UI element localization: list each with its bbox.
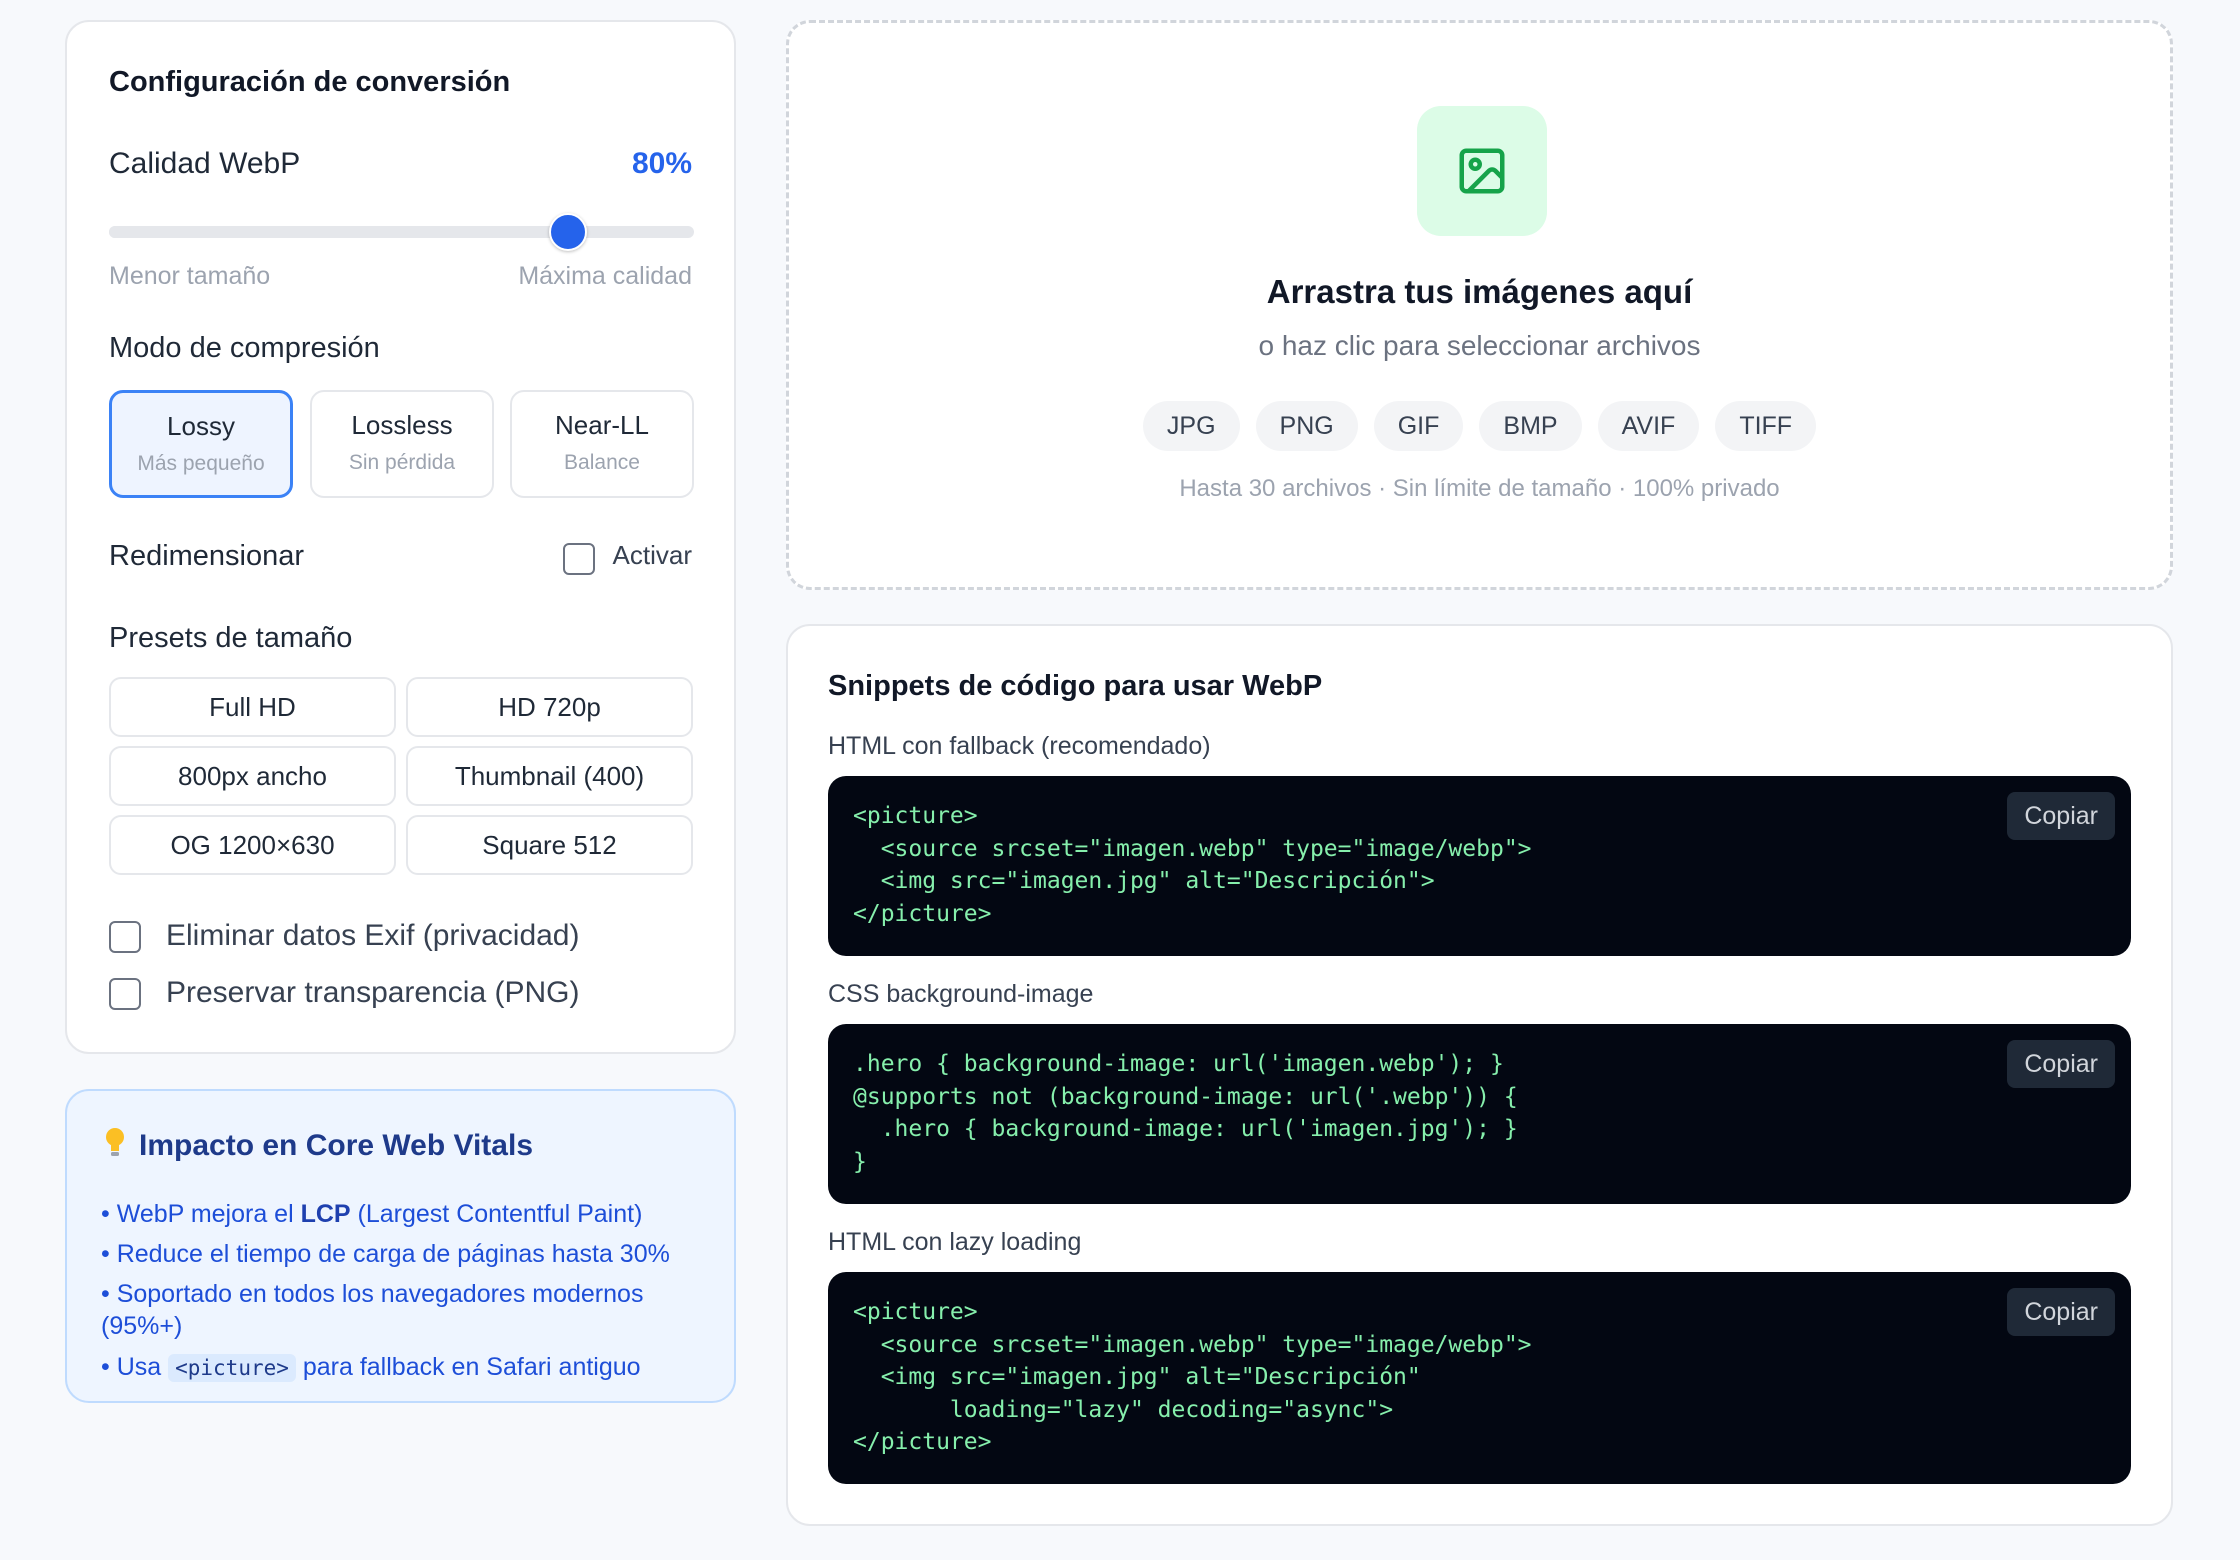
upload-dropzone[interactable]: Arrastra tus imágenes aquí o haz clic pa… — [786, 20, 2173, 590]
preset-hd-720p-button[interactable]: HD 720p — [406, 677, 693, 737]
image-icon — [1417, 106, 1547, 236]
config-card: Configuración de conversión Calidad WebP… — [65, 20, 736, 1054]
tip-text: • WebP mejora el — [101, 1200, 301, 1228]
tip-bold: LCP — [300, 1200, 351, 1228]
tip-text: (Largest Contentful Paint) — [350, 1200, 643, 1228]
code-text: <picture> <source srcset="imagen.webp" t… — [853, 1299, 1532, 1455]
preset-og-button[interactable]: OG 1200×630 — [109, 815, 396, 875]
code-block-html-fallback: <picture> <source srcset="imagen.webp" t… — [828, 776, 2131, 956]
format-chip: JPG — [1142, 401, 1240, 451]
preset-full-hd-button[interactable]: Full HD — [109, 677, 396, 737]
resize-checkbox[interactable] — [563, 543, 595, 575]
tips-title-text: Impacto en Core Web Vitals — [139, 1129, 533, 1162]
dropzone-subtitle: o haz clic para seleccionar archivos — [1258, 330, 1701, 361]
mode-lossless-button[interactable]: Lossless Sin pérdida — [310, 390, 494, 498]
dropzone-title: Arrastra tus imágenes aquí — [1266, 273, 1693, 310]
mode-near-lossless-button[interactable]: Near-LL Balance — [510, 390, 694, 498]
mode-subtitle: Balance — [564, 451, 640, 474]
mode-subtitle: Sin pérdida — [348, 451, 456, 474]
lightbulb-icon — [105, 1127, 127, 1165]
format-list: JPG PNG GIF BMP AVIF TIFF — [789, 401, 2170, 451]
quality-min-hint: Menor tamaño — [109, 262, 271, 290]
config-title: Configuración de conversión — [109, 66, 511, 98]
quality-slider-track — [109, 226, 572, 238]
tip-lcp: • WebP mejora el LCP (Largest Contentful… — [101, 1198, 721, 1230]
transparency-label: Preservar transparencia (PNG) — [166, 976, 580, 1009]
mode-lossy-button[interactable]: Lossy Más pequeño — [109, 390, 293, 498]
mode-title: Near-LL — [555, 410, 649, 440]
dropzone-note: Hasta 30 archivos · Sin límite de tamaño… — [1179, 475, 1780, 502]
quality-value: 80% — [631, 147, 692, 180]
snippet-label: HTML con lazy loading — [828, 1228, 1082, 1256]
preset-800px-button[interactable]: 800px ancho — [109, 746, 396, 806]
resize-label: Redimensionar — [109, 540, 305, 572]
mode-subtitle: Más pequeño — [137, 452, 265, 475]
code-text: <picture> <source srcset="imagen.webp" t… — [853, 803, 1532, 927]
copy-button[interactable]: Copiar — [2007, 792, 2115, 840]
quality-max-hint: Máxima calidad — [518, 262, 692, 290]
transparency-checkbox[interactable] — [109, 978, 141, 1010]
preset-square-button[interactable]: Square 512 — [406, 815, 693, 875]
snippet-label: CSS background-image — [828, 980, 1094, 1008]
snippets-title: Snippets de código para usar WebP — [828, 670, 1323, 702]
tip-browser-support: • Soportado en todos los navegadores mod… — [101, 1280, 644, 1340]
exif-label: Eliminar datos Exif (privacidad) — [166, 919, 580, 952]
mode-title: Lossless — [351, 410, 453, 440]
mode-title: Lossy — [167, 411, 235, 441]
quality-label: Calidad WebP — [109, 147, 301, 180]
quality-slider[interactable] — [109, 213, 694, 251]
format-chip: PNG — [1255, 401, 1358, 451]
tip-text: • Usa — [101, 1353, 169, 1381]
snippets-card: Snippets de código para usar WebP HTML c… — [786, 624, 2173, 1526]
format-chip: BMP — [1479, 401, 1582, 451]
format-chip: TIFF — [1715, 401, 1817, 451]
copy-button[interactable]: Copiar — [2007, 1288, 2115, 1336]
code-text: .hero { background-image: url('imagen.we… — [853, 1051, 1518, 1175]
code-block-css: .hero { background-image: url('imagen.we… — [828, 1024, 2131, 1204]
snippet-label: HTML con fallback (recomendado) — [828, 732, 1211, 760]
format-chip: AVIF — [1597, 401, 1700, 451]
copy-button[interactable]: Copiar — [2007, 1040, 2115, 1088]
tip-text: para fallback en Safari antiguo — [295, 1353, 641, 1381]
quality-slider-thumb[interactable] — [548, 213, 587, 251]
format-chip: GIF — [1373, 401, 1464, 451]
core-web-vitals-card: Impacto en Core Web Vitals • WebP mejora… — [65, 1089, 736, 1403]
tip-code: <picture> — [168, 1354, 296, 1382]
tip-load-time: • Reduce el tiempo de carga de páginas h… — [101, 1240, 670, 1268]
presets-label: Presets de tamaño — [109, 622, 353, 654]
compression-label: Modo de compresión — [109, 332, 380, 364]
exif-checkbox[interactable] — [109, 921, 141, 953]
tips-title: Impacto en Core Web Vitals — [105, 1127, 533, 1165]
preset-thumbnail-button[interactable]: Thumbnail (400) — [406, 746, 693, 806]
tip-picture-fallback: • Usa <picture> para fallback en Safari … — [101, 1351, 721, 1384]
code-block-lazy-loading: <picture> <source srcset="imagen.webp" t… — [828, 1272, 2131, 1484]
resize-toggle-label: Activar — [612, 540, 692, 570]
